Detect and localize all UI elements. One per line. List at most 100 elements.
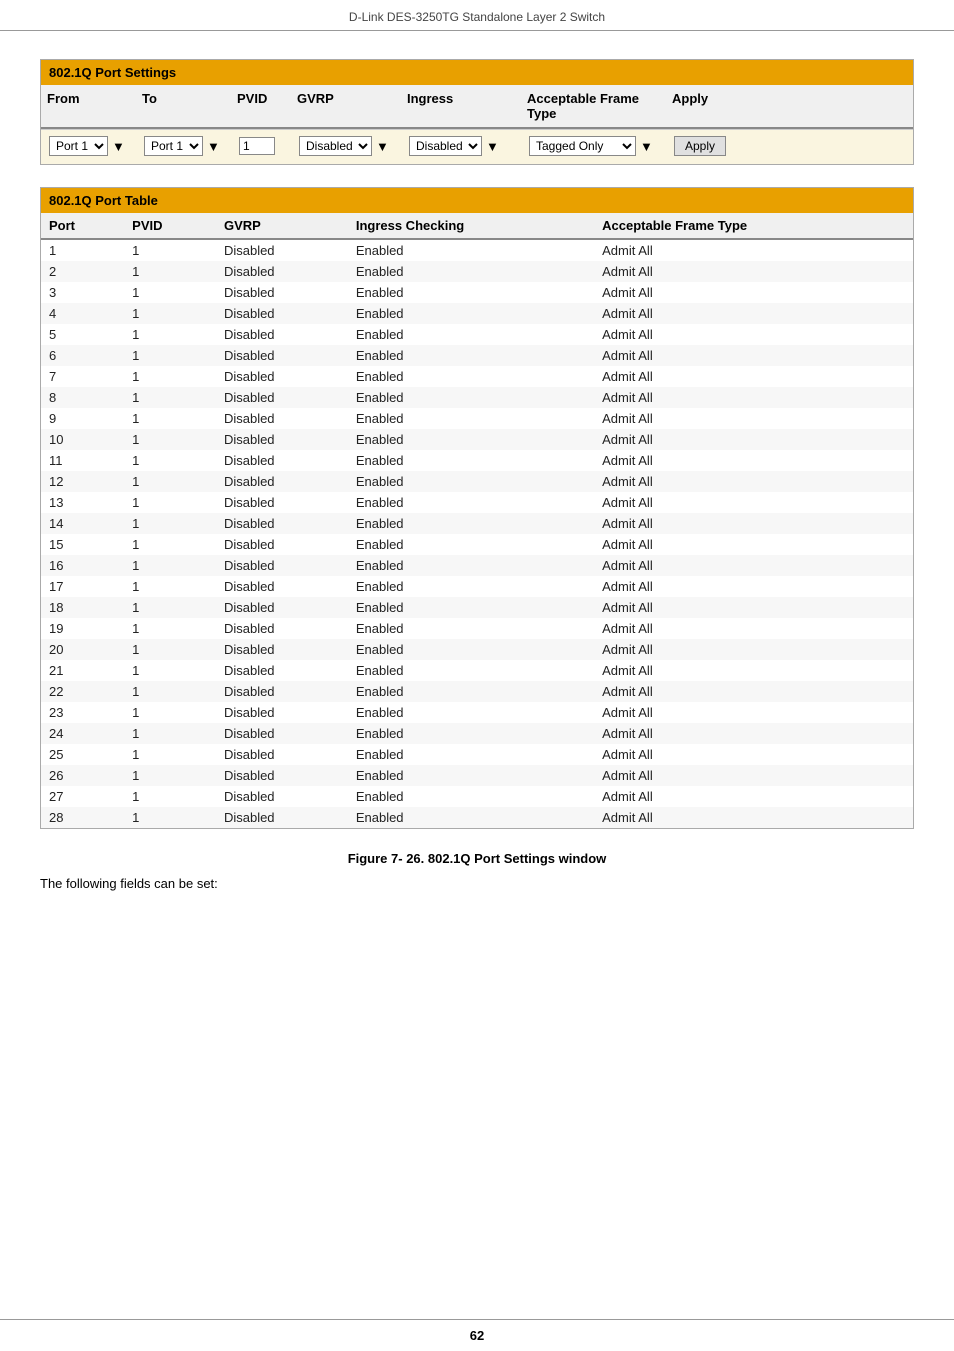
cell-gvrp: Disabled [216,597,348,618]
cell-ingress: Enabled [348,239,594,261]
cell-gvrp: Disabled [216,660,348,681]
table-row: 231DisabledEnabledAdmit All [41,702,913,723]
table-row: 81DisabledEnabledAdmit All [41,387,913,408]
cell-pvid: 1 [124,492,216,513]
body-text: The following fields can be set: [40,876,914,891]
cell-aft: Admit All [594,408,913,429]
cell-ingress: Enabled [348,576,594,597]
cell-port: 18 [41,597,124,618]
cell-pvid: 1 [124,282,216,303]
table-row: 151DisabledEnabledAdmit All [41,534,913,555]
cell-ingress: Enabled [348,282,594,303]
ingress-select[interactable]: Disabled Enabled [409,136,482,156]
table-row: 21DisabledEnabledAdmit All [41,261,913,282]
table-row: 101DisabledEnabledAdmit All [41,429,913,450]
cell-aft: Admit All [594,366,913,387]
cell-ingress: Enabled [348,513,594,534]
cell-aft: Admit All [594,597,913,618]
cell-pvid: 1 [124,723,216,744]
cell-port: 22 [41,681,124,702]
cell-port: 6 [41,345,124,366]
cell-gvrp: Disabled [216,303,348,324]
cell-pvid: 1 [124,345,216,366]
cell-port: 1 [41,239,124,261]
cell-port: 23 [41,702,124,723]
col-header-pvid: PVID [231,85,291,127]
col-header-aft: Acceptable Frame Type [521,85,666,127]
table-row: 191DisabledEnabledAdmit All [41,618,913,639]
cell-ingress: Enabled [348,702,594,723]
table-row: 131DisabledEnabledAdmit All [41,492,913,513]
gvrp-select[interactable]: Disabled Enabled [299,136,372,156]
cell-port: 9 [41,408,124,429]
cell-ingress: Enabled [348,744,594,765]
cell-gvrp: Disabled [216,261,348,282]
cell-ingress: Enabled [348,639,594,660]
table-row: 221DisabledEnabledAdmit All [41,681,913,702]
from-select[interactable]: Port 1 Port 2 Port 3 [49,136,108,156]
cell-ingress: Enabled [348,534,594,555]
cell-gvrp: Disabled [216,744,348,765]
settings-section: 802.1Q Port Settings From To PVID GVRP I… [40,59,914,165]
cell-port: 4 [41,303,124,324]
cell-pvid: 1 [124,239,216,261]
table-row: 31DisabledEnabledAdmit All [41,282,913,303]
settings-column-headers: From To PVID GVRP Ingress Acceptable Fra… [41,85,913,129]
table-row: 11DisabledEnabledAdmit All [41,239,913,261]
table-header-row: Port PVID GVRP Ingress Checking Acceptab… [41,213,913,239]
th-aft: Acceptable Frame Type [594,213,913,239]
apply-cell: Apply [670,134,740,158]
th-pvid: PVID [124,213,216,239]
cell-ingress: Enabled [348,408,594,429]
cell-pvid: 1 [124,261,216,282]
aft-select[interactable]: Tagged Only Untagged Only Admit All [529,136,636,156]
cell-aft: Admit All [594,492,913,513]
cell-gvrp: Disabled [216,324,348,345]
table-row: 261DisabledEnabledAdmit All [41,765,913,786]
figure-caption: Figure 7- 26. 802.1Q Port Settings windo… [40,851,914,866]
cell-port: 20 [41,639,124,660]
table-row: 201DisabledEnabledAdmit All [41,639,913,660]
cell-aft: Admit All [594,807,913,828]
cell-ingress: Enabled [348,660,594,681]
cell-pvid: 1 [124,408,216,429]
cell-ingress: Enabled [348,681,594,702]
page-footer: 62 [0,1319,954,1351]
cell-port: 28 [41,807,124,828]
cell-gvrp: Disabled [216,786,348,807]
table-row: 51DisabledEnabledAdmit All [41,324,913,345]
cell-aft: Admit All [594,324,913,345]
cell-port: 3 [41,282,124,303]
cell-pvid: 1 [124,513,216,534]
cell-ingress: Enabled [348,450,594,471]
cell-port: 16 [41,555,124,576]
cell-aft: Admit All [594,450,913,471]
cell-port: 8 [41,387,124,408]
cell-ingress: Enabled [348,618,594,639]
cell-port: 15 [41,534,124,555]
table-row: 171DisabledEnabledAdmit All [41,576,913,597]
cell-gvrp: Disabled [216,471,348,492]
cell-aft: Admit All [594,786,913,807]
port-table: Port PVID GVRP Ingress Checking Acceptab… [41,213,913,828]
apply-button[interactable]: Apply [674,136,726,156]
cell-pvid: 1 [124,786,216,807]
cell-gvrp: Disabled [216,513,348,534]
cell-ingress: Enabled [348,429,594,450]
cell-ingress: Enabled [348,555,594,576]
cell-aft: Admit All [594,513,913,534]
cell-gvrp: Disabled [216,681,348,702]
cell-port: 24 [41,723,124,744]
cell-aft: Admit All [594,681,913,702]
cell-gvrp: Disabled [216,555,348,576]
cell-pvid: 1 [124,576,216,597]
settings-section-header: 802.1Q Port Settings [41,60,913,85]
cell-ingress: Enabled [348,345,594,366]
table-row: 91DisabledEnabledAdmit All [41,408,913,429]
cell-pvid: 1 [124,744,216,765]
cell-aft: Admit All [594,723,913,744]
pvid-input[interactable] [239,137,275,155]
cell-aft: Admit All [594,303,913,324]
cell-aft: Admit All [594,618,913,639]
to-select[interactable]: Port 1 Port 2 Port 3 [144,136,203,156]
